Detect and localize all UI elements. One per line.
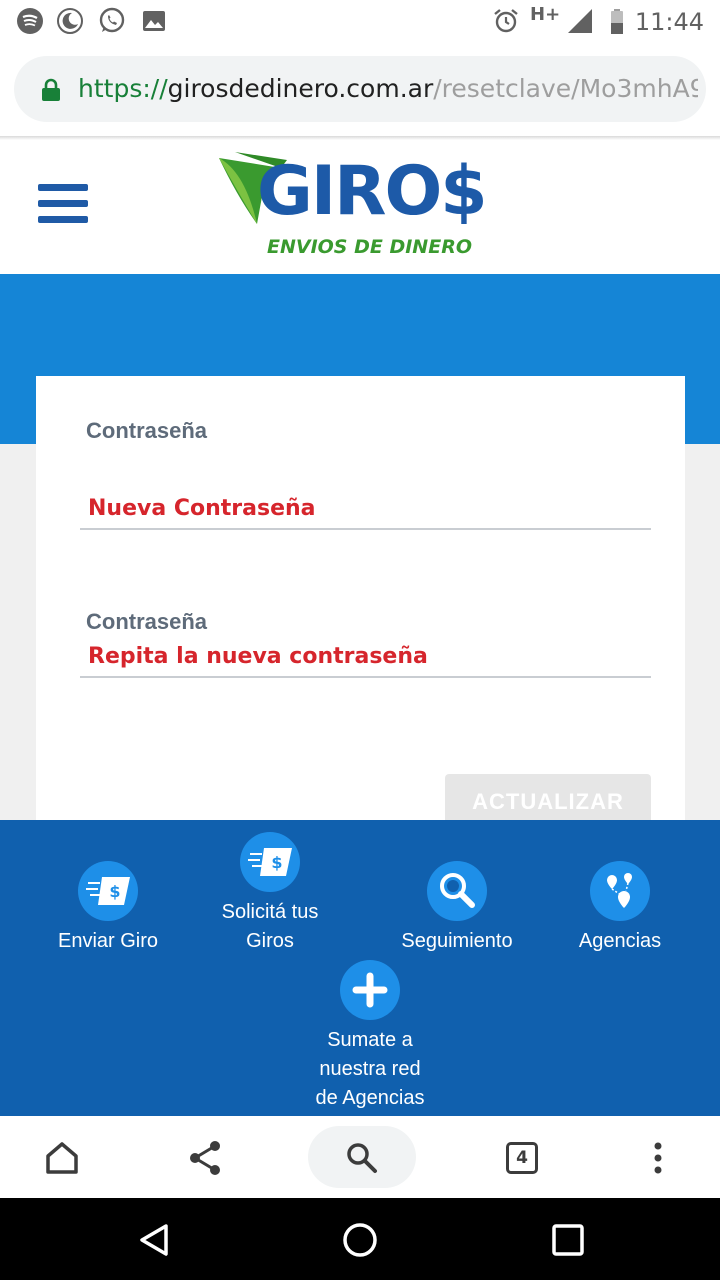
toolbar-search-button[interactable] bbox=[308, 1126, 416, 1188]
send-money-icon: $ bbox=[78, 861, 138, 921]
nav-label: Seguimiento bbox=[401, 930, 513, 952]
android-nav-bar bbox=[0, 1198, 720, 1280]
new-password-input[interactable] bbox=[80, 488, 651, 530]
lock-icon bbox=[42, 78, 60, 101]
url-text[interactable]: https://girosdedinero.com.ar/resetclave/… bbox=[78, 74, 698, 103]
nav-label: nuestra red bbox=[319, 1058, 421, 1080]
menu-bar bbox=[38, 200, 88, 207]
clock: 11:44 bbox=[634, 8, 704, 36]
status-bar: H+ 11:44 bbox=[0, 0, 720, 42]
menu-button[interactable] bbox=[38, 184, 88, 226]
more-options-icon[interactable] bbox=[636, 1136, 680, 1180]
nav-label: Giros bbox=[246, 930, 294, 952]
network-type: H+ bbox=[530, 4, 561, 25]
password-label: Contraseña bbox=[86, 418, 208, 443]
tracking-search-icon bbox=[427, 861, 487, 921]
home-icon[interactable] bbox=[40, 1136, 84, 1180]
browser-url-area: https://girosdedinero.com.ar/resetclave/… bbox=[0, 42, 720, 136]
menu-bar bbox=[38, 216, 88, 223]
nav-enviar-giro[interactable]: $ Enviar Giro bbox=[38, 861, 178, 956]
whatsapp-icon bbox=[99, 7, 125, 33]
nav-sumate-agencias[interactable]: Sumate a nuestra red de Agencias bbox=[290, 960, 450, 1113]
confirm-password-label: Contraseña bbox=[86, 609, 208, 634]
reset-password-card: Contraseña Contraseña ACTUALIZAR bbox=[36, 376, 685, 830]
search-icon bbox=[347, 1143, 377, 1173]
nav-label: de Agencias bbox=[315, 1087, 425, 1109]
nav-solicita-giros[interactable]: $ Solicitá tus Giros bbox=[200, 832, 340, 956]
back-icon[interactable] bbox=[134, 1220, 174, 1260]
browser-toolbar: 4 bbox=[0, 1116, 720, 1198]
recents-icon[interactable] bbox=[548, 1220, 588, 1260]
svg-text:$: $ bbox=[271, 853, 282, 872]
nav-agencias[interactable]: Agencias bbox=[560, 861, 680, 956]
battery-icon bbox=[611, 9, 623, 34]
gallery-icon bbox=[143, 11, 165, 31]
signal-icon bbox=[568, 9, 592, 33]
request-money-icon: $ bbox=[240, 832, 300, 892]
share-icon[interactable] bbox=[184, 1136, 228, 1180]
nav-label: Solicitá tus bbox=[221, 901, 319, 923]
url-host: girosdedinero.com.ar bbox=[167, 74, 434, 103]
logo-subtitle: ENVIOS DE DINERO bbox=[267, 236, 472, 258]
svg-text:$: $ bbox=[109, 882, 120, 901]
site-header: GIRO$ ENVIOS DE DINERO bbox=[0, 140, 720, 274]
logo-text: GIRO$ bbox=[257, 152, 488, 231]
spotify-icon bbox=[17, 8, 43, 34]
url-path: /resetclave/Mo3mhA9 bbox=[433, 74, 698, 103]
giros-logo[interactable]: GIRO$ ENVIOS DE DINERO bbox=[215, 150, 488, 260]
nav-label: Agencias bbox=[578, 930, 662, 952]
tab-switcher-button[interactable]: 4 bbox=[506, 1142, 538, 1174]
nav-label: Enviar Giro bbox=[57, 930, 159, 952]
map-pins-icon bbox=[590, 861, 650, 921]
home-circle-icon[interactable] bbox=[340, 1220, 380, 1260]
bottom-nav: $ Enviar Giro $ Solicitá tus Giros Segui… bbox=[0, 820, 720, 1116]
add-plus-icon bbox=[340, 960, 400, 1020]
menu-bar bbox=[38, 184, 88, 191]
nav-seguimiento[interactable]: Seguimiento bbox=[382, 861, 532, 956]
alarm-icon bbox=[494, 9, 518, 33]
confirm-password-input[interactable] bbox=[80, 636, 651, 678]
url-scheme: https:// bbox=[78, 74, 168, 103]
url-bar[interactable]: https://girosdedinero.com.ar/resetclave/… bbox=[14, 56, 706, 122]
nav-label: Sumate a bbox=[327, 1029, 413, 1051]
night-mode-icon bbox=[57, 8, 83, 34]
